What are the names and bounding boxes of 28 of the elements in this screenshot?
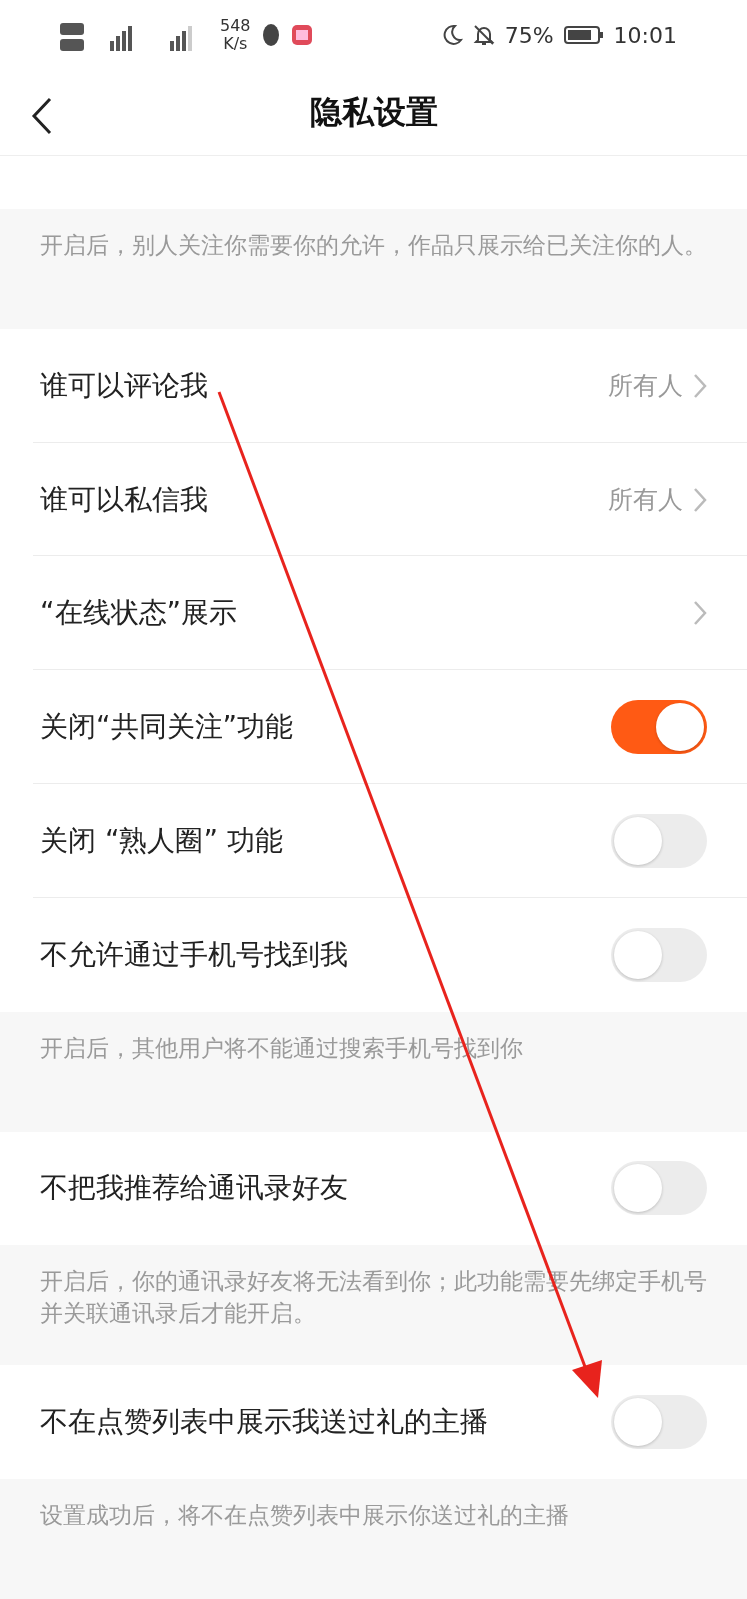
setting-value: 所有人 — [608, 484, 683, 517]
chevron-icon — [693, 486, 707, 513]
clock: 10:01 — [613, 22, 677, 48]
setting-label[interactable]: 谁可以私信我 — [40, 480, 608, 519]
battery-icon — [563, 25, 604, 46]
setting-label: 关闭 “熟人圈” 功能 — [40, 822, 284, 859]
chevron-icon — [693, 600, 707, 627]
setting-label: 不在点赞列表中展示我送过礼的主播 — [40, 1404, 489, 1441]
toggle-switch[interactable] — [611, 700, 707, 755]
chevron-icon — [693, 372, 707, 399]
network-speed-unit: K/s — [223, 35, 248, 54]
hint-text: 设置成功后，将不在点赞列表中展示你送过礼的主播 — [39, 1501, 570, 1531]
setting-label[interactable]: 谁可以评论我 — [40, 366, 608, 405]
setting-label: 关闭“共同关注”功能 — [40, 709, 294, 746]
toggle-switch[interactable] — [611, 1395, 707, 1450]
hint-text: 开启后，别人关注你需要你的允许，作品只展示给已关注你的人。 — [39, 230, 708, 260]
bell-muted-icon — [472, 24, 495, 47]
toggle-switch[interactable] — [611, 927, 707, 982]
setting-label: 不把我推荐给通讯录好友 — [40, 1170, 349, 1207]
toggle-switch[interactable] — [611, 813, 707, 868]
setting-value: 所有人 — [608, 370, 683, 403]
setting-label: 不允许通过手机号找到我 — [40, 936, 349, 973]
page-title: 隐私设置 — [309, 91, 438, 133]
battery-percent: 75% — [504, 22, 554, 48]
network-speed: 548 — [220, 17, 251, 36]
book-icon — [290, 24, 313, 47]
toggle-switch[interactable] — [611, 1161, 707, 1216]
back-icon[interactable] — [30, 96, 54, 135]
